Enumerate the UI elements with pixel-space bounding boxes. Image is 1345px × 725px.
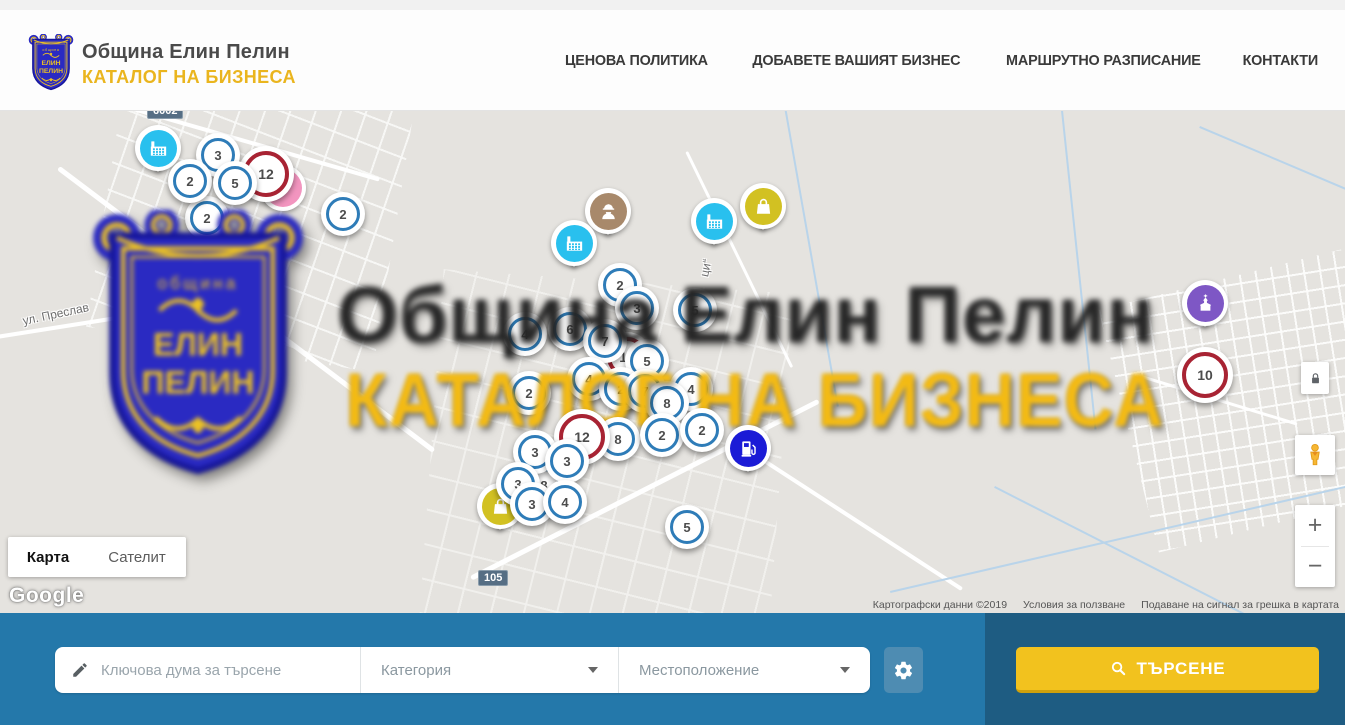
- map-type-control: Карта Сателит: [8, 537, 186, 577]
- map-type-satellite-button[interactable]: Сателит: [88, 537, 186, 577]
- category-select[interactable]: Категория: [361, 647, 618, 693]
- attribution-item: Картографски данни ©2019: [873, 599, 1007, 611]
- map-cluster[interactable]: 5: [213, 161, 257, 205]
- map-cluster[interactable]: 3: [545, 439, 589, 483]
- location-select[interactable]: Местоположение: [619, 647, 870, 693]
- nav-item[interactable]: МАРШРУТНО РАЗПИСАНИЕ: [1006, 52, 1201, 69]
- map-pin-church[interactable]: [1182, 280, 1228, 326]
- nav-item[interactable]: ДОБАВЕТЕ ВАШИЯТ БИЗНЕС: [752, 52, 960, 69]
- chevron-down-icon: [840, 667, 850, 673]
- page-title: Община Елин Пелин: [82, 41, 296, 64]
- lock-button[interactable]: [1301, 362, 1329, 394]
- map-pin-factory[interactable]: [691, 198, 737, 244]
- keyword-input[interactable]: [101, 662, 360, 679]
- search-fields: Категория Местоположение: [55, 647, 870, 693]
- main-nav: ЦЕНОВА ПОЛИТИКА ДОБАВЕТЕ ВАШИЯТ БИЗНЕС МАР…: [562, 10, 1320, 111]
- map-cluster[interactable]: 2: [680, 408, 724, 452]
- chevron-down-icon: [588, 667, 598, 673]
- zoom-control: + −: [1295, 505, 1335, 587]
- map-cluster[interactable]: 2: [321, 192, 365, 236]
- location-label: Местоположение: [639, 662, 759, 679]
- google-logo[interactable]: Google: [9, 584, 84, 608]
- nav-item[interactable]: ЦЕНОВА ПОЛИТИКА: [565, 52, 708, 69]
- map-type-map-button[interactable]: Карта: [8, 537, 88, 577]
- category-label: Категория: [381, 662, 451, 679]
- nav-item[interactable]: КОНТАКТИ: [1243, 52, 1318, 69]
- watermark-title: Община Елин Пелин: [337, 269, 1155, 361]
- svg-text:община: община: [157, 274, 238, 293]
- zoom-in-button[interactable]: +: [1295, 505, 1335, 546]
- lock-icon: [1308, 371, 1323, 386]
- svg-text:ПЕЛИН: ПЕЛИН: [39, 68, 63, 75]
- svg-text:община: община: [42, 48, 60, 52]
- page-subtitle: КАТАЛОГ НА БИЗНЕСА: [82, 67, 296, 88]
- header: община ЕЛИН ПЕЛИН Община Елин Пелин КАТА…: [0, 10, 1345, 111]
- municipality-crest-icon: община ЕЛИН ПЕЛИН: [28, 34, 74, 94]
- map-pin-bag[interactable]: [740, 183, 786, 229]
- map-cluster[interactable]: 5: [665, 505, 709, 549]
- search-button[interactable]: ТЪРСЕНЕ: [1016, 647, 1319, 693]
- search-bar: Категория Местоположение ТЪРСЕНЕ: [0, 613, 1345, 725]
- pencil-icon: [71, 661, 89, 679]
- map-cluster[interactable]: 2: [640, 413, 684, 457]
- map[interactable]: 2123252235136475427482881222333345106002…: [0, 111, 1345, 613]
- boundary-line: [1199, 126, 1345, 210]
- svg-text:ПЕЛИН: ПЕЛИН: [141, 365, 254, 401]
- svg-text:ЕЛИН: ЕЛИН: [41, 60, 60, 67]
- search-icon: [1110, 660, 1127, 677]
- search-button-label: ТЪРСЕНЕ: [1137, 659, 1226, 679]
- attribution-item[interactable]: Подаване на сигнал за грешка в картата: [1141, 599, 1339, 611]
- keyword-field[interactable]: [55, 647, 360, 693]
- map-cluster[interactable]: 2: [168, 159, 212, 203]
- map-attribution: Картографски данни ©2019 Условия за ползв…: [873, 599, 1339, 611]
- map-cluster[interactable]: 10: [1177, 347, 1233, 403]
- road-badge: 105: [478, 570, 508, 586]
- map-pin-factory[interactable]: [551, 220, 597, 266]
- top-strip: [0, 0, 1345, 10]
- settings-button[interactable]: [884, 647, 923, 693]
- road-badge: 6002: [147, 111, 183, 119]
- attribution-item[interactable]: Условия за ползване: [1023, 599, 1125, 611]
- svg-text:ЕЛИН: ЕЛИН: [153, 326, 243, 362]
- map-pin-fuel[interactable]: [725, 425, 771, 471]
- pegman-button[interactable]: [1295, 435, 1335, 475]
- watermark-crest: община ЕЛИН ПЕЛИН: [85, 210, 311, 492]
- map-cluster[interactable]: 4: [543, 480, 587, 524]
- gear-icon: [893, 660, 914, 681]
- site-logo[interactable]: община ЕЛИН ПЕЛИН Община Елин Пелин КАТА…: [28, 34, 296, 94]
- zoom-out-button[interactable]: −: [1295, 547, 1335, 588]
- pegman-icon: [1302, 442, 1328, 468]
